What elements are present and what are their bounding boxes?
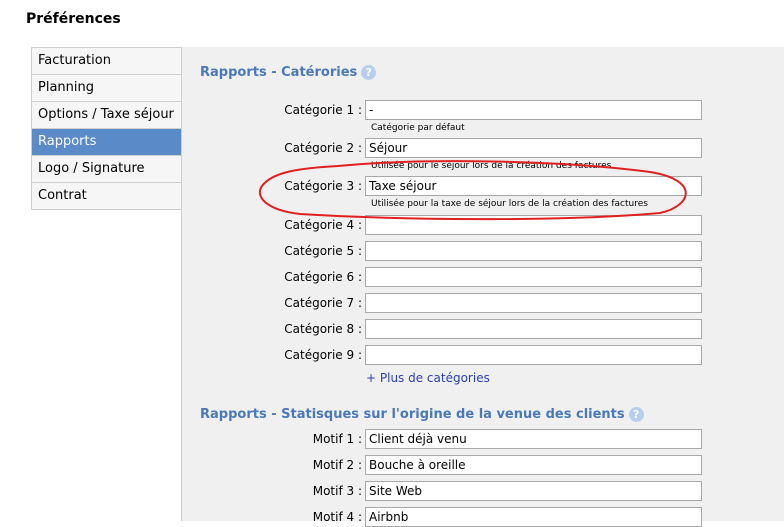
category-1-input[interactable]	[365, 100, 702, 120]
motif-4-input[interactable]	[365, 507, 702, 527]
sidebar: Facturation Planning Options / Taxe séjo…	[31, 47, 183, 210]
category-7-input[interactable]	[365, 293, 702, 313]
help-icon[interactable]: ?	[361, 65, 377, 80]
category-6-input[interactable]	[365, 267, 702, 287]
motif-4-label: Motif 4 :	[312, 510, 362, 524]
category-1-label: Catégorie 1 :	[284, 103, 362, 117]
main-panel: Rapports - Catérories? Catégorie 1 : Cat…	[181, 47, 784, 527]
category-3-hint: Utilisée pour la taxe de séjour lors de …	[371, 199, 648, 209]
category-3-input[interactable]	[365, 176, 702, 196]
sidebar-item-logo-signature[interactable]: Logo / Signature	[32, 156, 182, 183]
motif-2-label: Motif 2 :	[312, 458, 362, 472]
category-4-input[interactable]	[365, 215, 702, 235]
category-6-label: Catégorie 6 :	[284, 270, 362, 284]
help-icon[interactable]: ?	[628, 407, 644, 422]
sidebar-item-options-taxe-sejour[interactable]: Options / Taxe séjour	[32, 102, 182, 129]
category-7-label: Catégorie 7 :	[284, 296, 362, 310]
motif-3-input[interactable]	[365, 481, 702, 501]
category-5-input[interactable]	[365, 241, 702, 261]
origin-section-title-text: Rapports - Statisques sur l'origine de l…	[200, 407, 625, 422]
categories-section-title-text: Rapports - Catérories	[200, 65, 358, 80]
category-4-label: Catégorie 4 :	[284, 218, 362, 232]
category-5-label: Catégorie 5 :	[284, 244, 362, 258]
category-9-input[interactable]	[365, 345, 702, 365]
category-8-input[interactable]	[365, 319, 702, 339]
sidebar-item-facturation[interactable]: Facturation	[32, 48, 182, 75]
category-2-hint: Utilisée pour le séjour lors de la créat…	[371, 161, 612, 171]
categories-section-title: Rapports - Catérories?	[200, 65, 377, 80]
category-3-label: Catégorie 3 :	[284, 179, 362, 193]
sidebar-item-planning[interactable]: Planning	[32, 75, 182, 102]
motif-1-label: Motif 1 :	[312, 432, 362, 446]
category-1-hint: Catégorie par défaut	[371, 123, 465, 133]
sidebar-item-contrat[interactable]: Contrat	[32, 183, 182, 210]
more-categories-link[interactable]: + Plus de catégories	[366, 371, 490, 385]
origin-section-title: Rapports - Statisques sur l'origine de l…	[200, 407, 644, 422]
motif-1-input[interactable]	[365, 429, 702, 449]
category-9-label: Catégorie 9 :	[284, 348, 362, 362]
sidebar-item-rapports[interactable]: Rapports	[32, 129, 182, 156]
page-title: Préférences	[26, 11, 121, 27]
category-2-label: Catégorie 2 :	[284, 141, 362, 155]
category-2-input[interactable]	[365, 138, 702, 158]
motif-2-input[interactable]	[365, 455, 702, 475]
motif-3-label: Motif 3 :	[312, 484, 362, 498]
category-8-label: Catégorie 8 :	[284, 322, 362, 336]
